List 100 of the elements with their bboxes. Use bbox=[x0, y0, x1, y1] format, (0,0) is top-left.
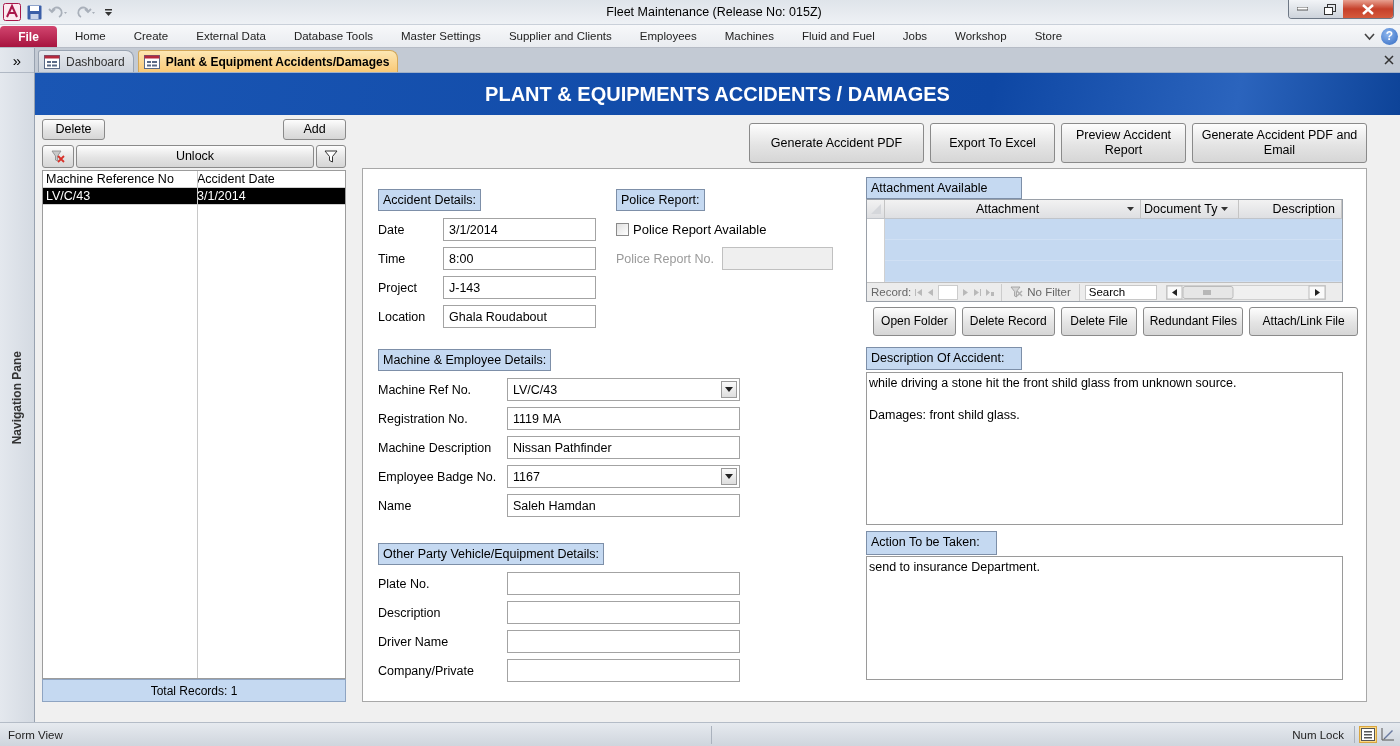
restore-icon bbox=[1323, 3, 1336, 15]
field-label: Machine Description bbox=[378, 440, 493, 455]
field-label: Location bbox=[378, 309, 427, 324]
restore-button[interactable] bbox=[1316, 0, 1343, 18]
action-button[interactable]: Generate Accident PDF bbox=[749, 123, 924, 163]
close-button[interactable] bbox=[1343, 0, 1393, 18]
minimize-icon bbox=[1297, 7, 1308, 11]
column-header[interactable]: Accident Date bbox=[194, 172, 345, 186]
design-view-icon[interactable] bbox=[1380, 726, 1396, 742]
text-field[interactable] bbox=[507, 659, 740, 682]
collapse-ribbon-icon[interactable] bbox=[1364, 31, 1375, 41]
column-header[interactable]: Attachment bbox=[885, 200, 1141, 218]
action-button[interactable]: Preview Accident Report bbox=[1061, 123, 1186, 163]
ribbon-tab[interactable]: Machines bbox=[710, 30, 788, 42]
text-field[interactable]: 8:00 bbox=[443, 247, 596, 270]
dropdown-icon[interactable] bbox=[1221, 207, 1229, 211]
new-record-icon[interactable] bbox=[985, 287, 995, 297]
column-header[interactable]: Machine Reference No bbox=[43, 172, 194, 186]
checkbox-label: Police Report Available bbox=[633, 222, 767, 237]
text-field[interactable] bbox=[507, 630, 740, 653]
field-label: Description bbox=[378, 605, 442, 620]
field-label: Plate No. bbox=[378, 576, 431, 591]
text-field[interactable] bbox=[507, 572, 740, 595]
expand-nav-button[interactable]: » bbox=[0, 48, 34, 73]
no-filter-button[interactable]: No Filter bbox=[1001, 283, 1080, 301]
ribbon-tab[interactable]: Master Settings bbox=[386, 30, 495, 42]
description-text: Damages: front shild glass. bbox=[869, 407, 1021, 423]
attachment-button[interactable]: Attach/Link File bbox=[1249, 307, 1358, 336]
ribbon-tab[interactable]: Fluid and Fuel bbox=[787, 30, 889, 42]
form-header: PLANT & EQUIPMENTS ACCIDENTS / DAMAGES bbox=[35, 73, 1400, 115]
record-number-field[interactable] bbox=[938, 284, 959, 300]
text-field[interactable] bbox=[507, 601, 740, 624]
attachment-button[interactable]: Redundant Files bbox=[1143, 307, 1244, 336]
field-label: Name bbox=[378, 498, 413, 513]
view-label: Form View bbox=[0, 725, 712, 744]
form-icon bbox=[44, 54, 60, 69]
ribbon-tab[interactable]: External Data bbox=[182, 30, 280, 42]
section-title: Description Of Accident: bbox=[866, 347, 1022, 370]
form-view-button[interactable] bbox=[1359, 726, 1377, 743]
ribbon-tab[interactable]: Workshop bbox=[941, 30, 1021, 42]
ribbon-tab[interactable]: Database Tools bbox=[279, 30, 387, 42]
save-icon[interactable] bbox=[27, 4, 42, 20]
action-button[interactable]: Generate Accident PDF and Email bbox=[1192, 123, 1367, 163]
field-label: Project bbox=[378, 280, 418, 295]
navigation-pane-label[interactable]: Navigation Pane bbox=[10, 350, 24, 445]
dropdown-icon[interactable] bbox=[1127, 207, 1134, 211]
horizontal-scrollbar[interactable] bbox=[1165, 284, 1326, 300]
ribbon-tab[interactable]: Home bbox=[61, 30, 120, 42]
action-text: send to insurance Department. bbox=[869, 559, 1041, 575]
document-tab[interactable]: Plant & Equipment Accidents/Damages bbox=[137, 50, 399, 72]
clear-filter-icon bbox=[1010, 286, 1025, 298]
attachment-button[interactable]: Delete Record bbox=[961, 307, 1055, 336]
last-record-icon[interactable] bbox=[973, 287, 983, 297]
close-icon[interactable] bbox=[1384, 55, 1394, 65]
text-field[interactable]: Nissan Pathfinder bbox=[507, 436, 740, 459]
section-title: Other Party Vehicle/Equipment Details: bbox=[378, 543, 605, 565]
undo-icon[interactable] bbox=[48, 4, 70, 20]
column-header[interactable]: Description bbox=[1239, 200, 1342, 218]
checkbox[interactable] bbox=[616, 223, 629, 236]
delete-button[interactable]: Delete bbox=[42, 119, 105, 140]
dropdown-icon bbox=[725, 387, 733, 392]
ribbon-tab[interactable]: Store bbox=[1020, 30, 1077, 42]
section-title: Attachment Available bbox=[866, 177, 1022, 199]
action-button[interactable]: Export To Excel bbox=[930, 123, 1055, 163]
description-box[interactable]: while driving a stone hit the front shild glass from unknown source. Damages: front shild glass. bbox=[866, 372, 1343, 525]
filter-button[interactable] bbox=[316, 145, 346, 168]
redo-icon[interactable] bbox=[76, 4, 98, 20]
form-view-icon bbox=[1361, 728, 1375, 741]
app-logo-icon[interactable] bbox=[3, 3, 21, 21]
document-tab[interactable]: Dashboard bbox=[38, 50, 134, 72]
text-field[interactable]: Saleh Hamdan bbox=[507, 494, 740, 517]
text-field[interactable]: 1119 MA bbox=[507, 407, 740, 430]
dropdown-icon bbox=[725, 474, 733, 479]
section-title: Machine & Employee Details: bbox=[378, 349, 552, 371]
ribbon-tab[interactable]: Employees bbox=[625, 30, 711, 42]
first-record-icon[interactable] bbox=[914, 287, 924, 297]
attachment-button[interactable]: Open Folder bbox=[873, 307, 956, 336]
attachment-button[interactable]: Delete File bbox=[1060, 307, 1138, 336]
ribbon-tab[interactable]: Create bbox=[119, 30, 183, 42]
column-header[interactable]: Document Ty bbox=[1141, 200, 1239, 218]
ribbon-tab[interactable]: Jobs bbox=[888, 30, 942, 42]
list-row[interactable]: LV/C/43 3/1/2014 bbox=[43, 188, 345, 205]
num-lock-indicator: Num Lock bbox=[1292, 728, 1344, 741]
next-record-icon[interactable] bbox=[961, 287, 971, 297]
file-tab[interactable]: File bbox=[0, 26, 57, 47]
unlock-button[interactable]: Unlock bbox=[76, 145, 314, 168]
search-field[interactable]: Search bbox=[1084, 284, 1157, 300]
text-field[interactable]: 3/1/2014 bbox=[443, 218, 596, 241]
combo-box[interactable]: 1167 bbox=[507, 465, 740, 488]
clear-filter-button[interactable] bbox=[42, 145, 74, 168]
add-button[interactable]: Add bbox=[283, 119, 346, 140]
action-box[interactable]: send to insurance Department. bbox=[866, 556, 1343, 680]
customize-caret-icon[interactable] bbox=[104, 6, 113, 18]
previous-record-icon[interactable] bbox=[926, 287, 936, 297]
text-field[interactable]: Ghala Roudabout bbox=[443, 305, 596, 328]
section-title: Police Report: bbox=[616, 189, 705, 211]
combo-box[interactable]: LV/C/43 bbox=[507, 378, 740, 401]
section-title: Action To be Taken: bbox=[866, 531, 997, 555]
ribbon-tab[interactable]: Supplier and Clients bbox=[494, 30, 626, 42]
text-field[interactable]: J-143 bbox=[443, 276, 596, 299]
